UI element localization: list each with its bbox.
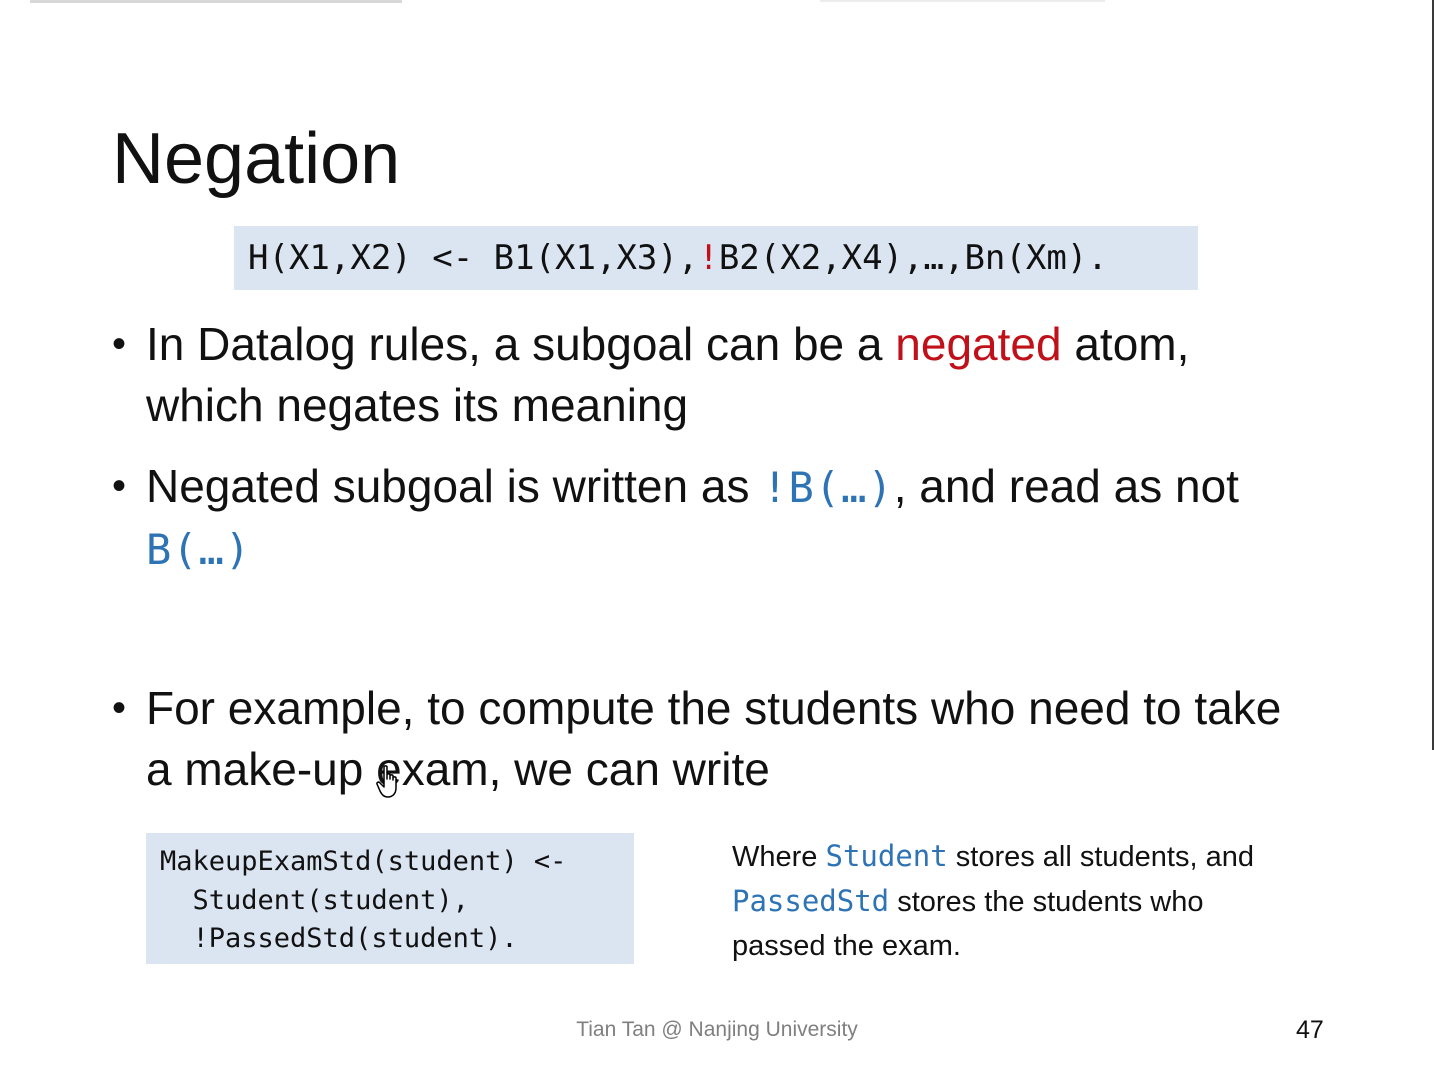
rule-tail-text: B2(X2,X4),…,Bn(Xm). [718, 238, 1108, 278]
bullet-negated-syntax: Negated subgoal is written as !B(…), and… [112, 456, 1312, 580]
bullet-text: In Datalog rules, a subgoal can be a [146, 318, 896, 370]
explanation-note: Where Student stores all students, and P… [732, 834, 1292, 968]
bullet-text: For example, to compute the students who… [146, 682, 1282, 795]
page-number: 47 [1296, 1016, 1324, 1044]
note-text: stores all students, and [947, 841, 1254, 873]
negated-code: !B(…) [762, 463, 894, 512]
bullet-example: For example, to compute the students who… [112, 678, 1312, 800]
top-edge-strip [30, 0, 402, 3]
top-edge-strip-2 [820, 0, 1105, 2]
hand-pointer-icon [376, 765, 397, 798]
slide-footer: Tian Tan @ Nanjing University [576, 1018, 858, 1041]
negated-keyword: negated [895, 318, 1062, 370]
slide-title: Negation [112, 119, 401, 199]
rule-head-text: H(X1,X2) <- B1(X1,X3), [248, 238, 699, 278]
negation-symbol: ! [698, 238, 719, 278]
student-relation: Student [825, 839, 948, 873]
bullet-text: Negated subgoal is written as [146, 460, 763, 512]
bullet-list: In Datalog rules, a subgoal can be a neg… [112, 314, 1312, 800]
code-line: !PassedStd(student). [160, 923, 518, 954]
example-code-block: MakeupExamStd(student) <- Student(studen… [146, 833, 634, 964]
code-line: MakeupExamStd(student) <- [160, 846, 567, 877]
code-line: Student(student), [160, 884, 469, 916]
passedstd-relation: PassedStd [732, 884, 890, 918]
note-text: Where [732, 841, 826, 873]
bullet-negated-atom: In Datalog rules, a subgoal can be a neg… [112, 314, 1312, 436]
bullet-text: , and read as not [893, 460, 1239, 512]
rule-syntax-banner: H(X1,X2) <- B1(X1,X3),!B2(X2,X4),…,Bn(Xm… [234, 226, 1198, 290]
atom-code: B(…) [146, 525, 252, 574]
slide: Negation H(X1,X2) <- B1(X1,X3),!B2(X2,X4… [0, 0, 1434, 1080]
